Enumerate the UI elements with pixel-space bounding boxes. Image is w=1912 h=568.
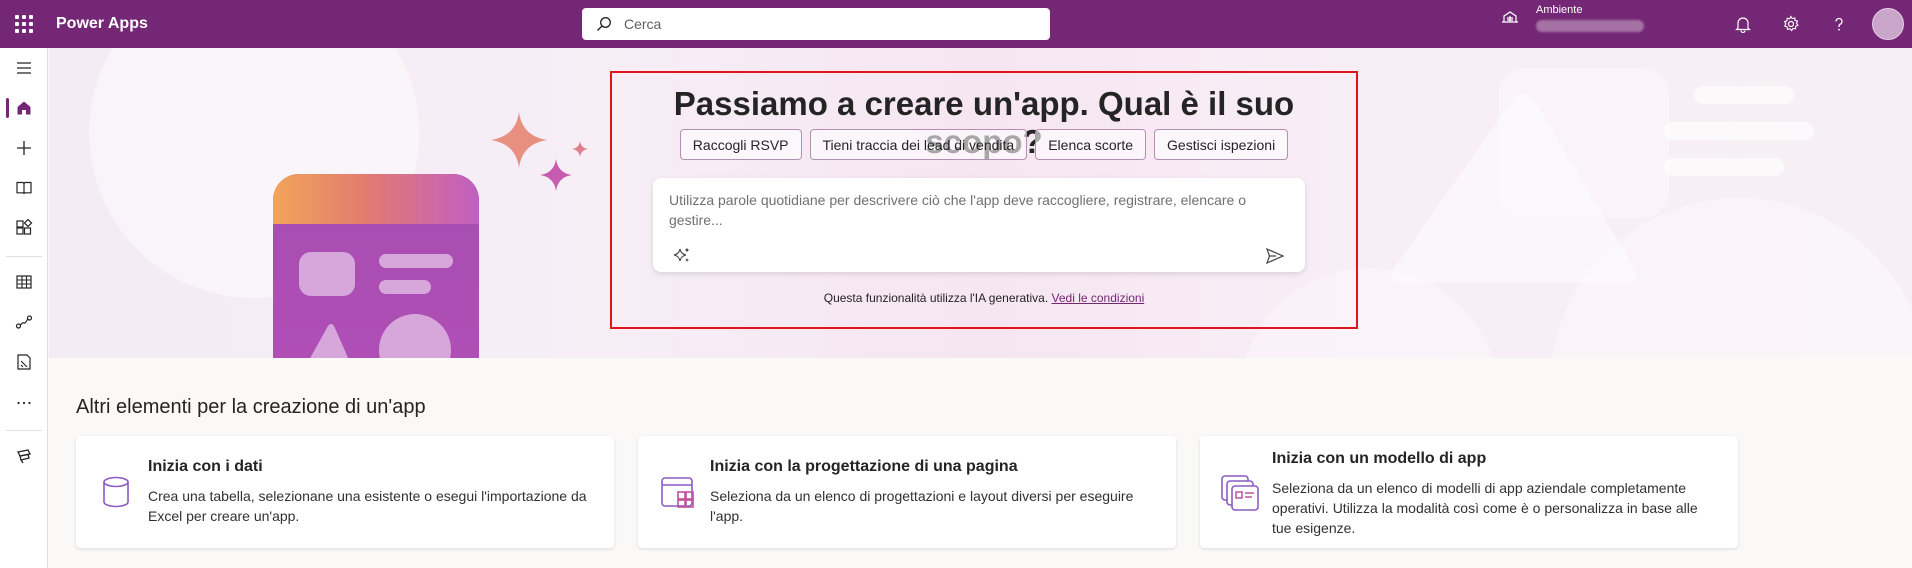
copilot-prompt-panel: Passiamo a creare un'app. Qual è il suo …	[610, 71, 1358, 329]
decorative-lines	[1664, 86, 1814, 176]
copilot-sparkle-icon[interactable]	[673, 246, 691, 264]
app-name[interactable]: Power Apps	[56, 15, 148, 33]
sparkle-decoration-icon	[540, 159, 572, 191]
card-description: Seleziona da un elenco di progettazioni …	[710, 488, 1134, 524]
prompt-placeholder: Utilizza parole quotidiane per descriver…	[669, 192, 1246, 228]
left-navigation	[0, 48, 48, 568]
send-icon[interactable]	[1265, 246, 1285, 266]
search-placeholder: Cerca	[624, 16, 662, 32]
nav-flows[interactable]	[0, 304, 48, 340]
nav-learn[interactable]	[0, 170, 48, 206]
table-icon	[16, 275, 32, 289]
nav-apps[interactable]	[0, 210, 48, 246]
nav-divider	[6, 430, 42, 431]
solutions-icon	[17, 354, 31, 370]
card-description: Seleziona da un elenco di modelli di app…	[1272, 480, 1698, 536]
nav-home[interactable]	[0, 90, 48, 126]
card-title: Inizia con la progettazione di una pagin…	[710, 458, 1018, 475]
home-icon	[17, 101, 31, 115]
page-design-icon	[661, 477, 694, 508]
book-icon	[16, 181, 32, 195]
section-title: Altri elementi per la creazione di un'ap…	[76, 396, 426, 418]
app-launcher-icon[interactable]	[0, 0, 48, 48]
environment-name-redacted	[1536, 20, 1644, 32]
nav-power-platform[interactable]	[0, 438, 48, 474]
help-icon[interactable]	[1827, 12, 1851, 36]
environment-icon	[1502, 11, 1518, 23]
card-title: Inizia con i dati	[148, 458, 263, 475]
menu-icon[interactable]	[0, 50, 48, 86]
suggestion-chip[interactable]: Elenca scorte	[1035, 129, 1147, 160]
card-description: Crea una tabella, selezionane una esiste…	[148, 488, 587, 524]
more-icon	[17, 401, 31, 405]
start-with-page-design-card[interactable]: Inizia con la progettazione di una pagin…	[638, 436, 1176, 548]
apps-icon	[16, 219, 33, 235]
power-platform-icon	[17, 449, 31, 464]
suggestion-chips: Raccogli RSVP Tieni traccia dei lead di …	[612, 129, 1356, 160]
environment-label: Ambiente	[1536, 4, 1583, 16]
environment-picker[interactable]: Ambiente	[1500, 4, 1644, 32]
suggestion-chip[interactable]: Tieni traccia dei lead di vendita	[809, 129, 1028, 160]
card-title: Inizia con un modello di app	[1272, 450, 1487, 467]
search-icon	[597, 17, 611, 31]
nav-solutions[interactable]	[0, 344, 48, 380]
ai-disclaimer: Questa funzionalità utilizza l'IA genera…	[612, 291, 1356, 305]
terms-link[interactable]: Vedi le condizioni	[1052, 291, 1145, 305]
app-template-icon	[1221, 475, 1259, 511]
notifications-icon[interactable]	[1731, 12, 1755, 36]
disclaimer-text: Questa funzionalità utilizza l'IA genera…	[823, 291, 1049, 305]
sparkle-decoration-icon	[572, 141, 588, 157]
prompt-input[interactable]: Utilizza parole quotidiane per descriver…	[653, 178, 1305, 272]
nav-more[interactable]	[0, 384, 48, 420]
search-input[interactable]: Cerca	[582, 8, 1050, 40]
nav-tables[interactable]	[0, 264, 48, 300]
suggestion-chip[interactable]: Gestisci ispezioni	[1154, 129, 1289, 160]
start-with-data-card[interactable]: Inizia con i dati Crea una tabella, sele…	[76, 436, 614, 548]
nav-create[interactable]	[0, 130, 48, 166]
avatar[interactable]	[1872, 8, 1904, 40]
database-icon	[103, 476, 129, 508]
top-bar: Power Apps Cerca Ambiente	[0, 0, 1912, 48]
hero-banner: Passiamo a creare un'app. Qual è il suo …	[49, 48, 1912, 358]
app-illustration	[273, 174, 479, 358]
settings-gear-icon[interactable]	[1779, 12, 1803, 36]
plus-icon	[17, 141, 31, 155]
nav-divider	[6, 256, 42, 257]
start-with-app-template-card[interactable]: Inizia con un modello di app Seleziona d…	[1200, 436, 1738, 548]
flow-icon	[15, 315, 33, 329]
suggestion-chip[interactable]: Raccogli RSVP	[679, 129, 802, 160]
